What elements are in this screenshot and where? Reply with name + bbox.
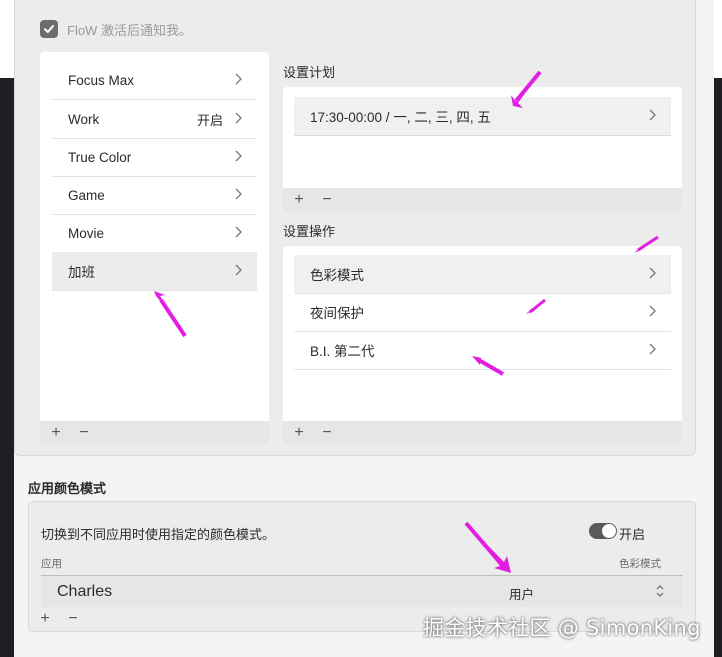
annotation-arrows <box>154 70 659 573</box>
watermark: 掘金技术社区 @ SimonKing <box>423 616 701 640</box>
arrow-annotation <box>154 72 658 573</box>
